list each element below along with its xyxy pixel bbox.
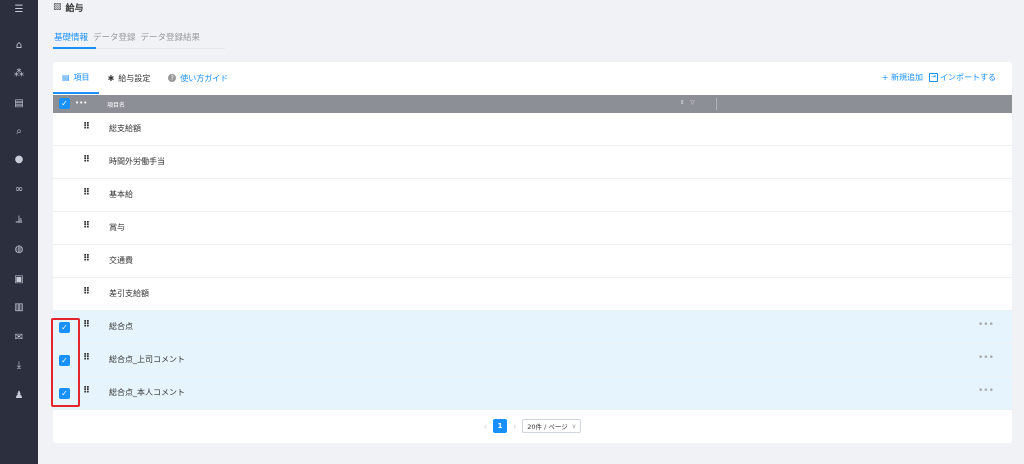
- contacts-icon[interactable]: ▣: [0, 272, 38, 288]
- download-icon[interactable]: ⤓: [0, 358, 38, 374]
- row-item-name: 総合点: [109, 322, 133, 331]
- row-item-name: 賞与: [109, 223, 125, 232]
- drag-handle-icon[interactable]: ⠿: [83, 155, 90, 165]
- subtab-salary-settings[interactable]: ✱ 給与設定: [99, 62, 160, 94]
- user-settings-icon[interactable]: ♟: [0, 388, 38, 404]
- table-row[interactable]: ⠿ 時間外労働手当: [53, 146, 1012, 179]
- drag-handle-icon[interactable]: ⠿: [83, 386, 90, 396]
- sidebar: ☰ ⌂ ⁂ ▤ ⌕ ● ∞ ⫡ ◍ ▣ ▥ ✉ ⤓ ♟: [0, 0, 38, 464]
- page-title: ▧ 給与: [53, 1, 84, 14]
- import-icon: ⇥: [929, 72, 938, 82]
- wallet-icon: ▧: [53, 2, 62, 12]
- page-number-current[interactable]: 1: [493, 419, 508, 433]
- row-item-name: 差引支給額: [109, 289, 149, 298]
- table-row[interactable]: ✓ ⠿ 総合点 •••: [53, 311, 1012, 344]
- table-row[interactable]: ⠿ 差引支給額: [53, 278, 1012, 311]
- search-icon[interactable]: ⌕: [0, 124, 38, 140]
- check-icon: ✓: [61, 98, 68, 108]
- menu-icon[interactable]: ☰: [0, 2, 38, 18]
- items-card: ▤ 項目 ✱ 給与設定 ? 使い方ガイド + 新規追加 ⇥ インポートする ✓ …: [53, 62, 1012, 443]
- drag-handle-icon[interactable]: ⠿: [83, 188, 90, 198]
- main-tabs: 基礎情報 データ登録 データ登録結果: [53, 32, 201, 48]
- table-row[interactable]: ⠿ 総支給額: [53, 113, 1012, 146]
- analytics-icon[interactable]: ⫡: [0, 212, 38, 228]
- row-item-name: 交通費: [109, 256, 133, 265]
- sort-filter-icon[interactable]: ⇕ ▽: [680, 100, 697, 106]
- subtab-items-label: 項目: [73, 72, 90, 82]
- add-new-button[interactable]: + 新規追加: [882, 72, 923, 83]
- chevron-down-icon: ∨: [571, 422, 577, 430]
- row-item-name: 基本給: [109, 190, 133, 199]
- page-title-text: 給与: [65, 3, 84, 14]
- drag-handle-icon[interactable]: ⠿: [83, 320, 90, 330]
- drag-handle-icon[interactable]: ⠿: [83, 353, 90, 363]
- drag-handle-icon[interactable]: ⠿: [83, 254, 90, 264]
- drag-handle-icon[interactable]: ⠿: [83, 122, 90, 132]
- top-actions: + 新規追加 ⇥ インポートする: [882, 62, 996, 92]
- table-header: ✓ ••• 項目名 ⇕ ▽: [53, 95, 1012, 113]
- row-item-name: 総合点_本人コメント: [109, 388, 185, 397]
- link-icon[interactable]: ∞: [0, 182, 38, 198]
- row-item-name: 総合点_上司コメント: [109, 355, 185, 364]
- mail-icon[interactable]: ✉: [0, 330, 38, 346]
- tab-registration-results[interactable]: データ登録結果: [140, 32, 202, 48]
- page-size-value: 20件 / ページ: [527, 423, 568, 431]
- more-icon[interactable]: •••: [978, 353, 994, 363]
- active-tab-indicator: [53, 47, 96, 49]
- selection-highlight: [51, 318, 80, 407]
- sub-tabs: ▤ 項目 ✱ 給与設定 ? 使い方ガイド: [53, 62, 237, 94]
- row-item-name: 時間外労働手当: [109, 157, 165, 166]
- book-icon[interactable]: ▥: [0, 300, 38, 316]
- prev-page-icon[interactable]: ‹: [484, 422, 487, 431]
- drag-handle-icon[interactable]: ⠿: [83, 287, 90, 297]
- drag-handle-icon[interactable]: ⠿: [83, 221, 90, 231]
- pagination: ‹ 1 › 20件 / ページ ∨: [53, 418, 1012, 434]
- document-icon[interactable]: ▤: [0, 96, 38, 112]
- gear-icon: ✱: [107, 73, 115, 83]
- tab-data-registration[interactable]: データ登録: [92, 32, 137, 48]
- list-icon: ▤: [62, 72, 70, 82]
- import-button[interactable]: ⇥ インポートする: [929, 72, 996, 83]
- next-page-icon[interactable]: ›: [513, 422, 516, 431]
- subtab-usage-guide[interactable]: ? 使い方ガイド: [159, 62, 237, 94]
- header-more-icon[interactable]: •••: [75, 99, 87, 107]
- subtab-salary-settings-label: 給与設定: [118, 73, 151, 83]
- select-all-checkbox[interactable]: ✓: [59, 98, 70, 109]
- more-icon[interactable]: •••: [978, 386, 994, 396]
- home-icon[interactable]: ⌂: [0, 38, 38, 54]
- table-row[interactable]: ⠿ 基本給: [53, 179, 1012, 212]
- org-chart-icon[interactable]: ⁂: [0, 66, 38, 82]
- table-row[interactable]: ⠿ 賞与: [53, 212, 1012, 245]
- subtab-items[interactable]: ▤ 項目: [53, 62, 99, 94]
- table-body: ⠿ 総支給額 ⠿ 時間外労働手当 ⠿ 基本給 ⠿ 賞与 ⠿ 交通費 ⠿ 差引支給額 ✓ ⠿ 総合点 ••• ✓ ⠿…: [53, 113, 1012, 410]
- import-button-label: インポートする: [940, 72, 996, 82]
- page-size-select[interactable]: 20件 / ページ ∨: [522, 419, 582, 433]
- table-row[interactable]: ⠿ 交通費: [53, 245, 1012, 278]
- column-header-item-name: 項目名: [107, 102, 126, 109]
- more-icon[interactable]: •••: [978, 320, 994, 330]
- row-item-name: 総支給額: [109, 124, 141, 133]
- tab-basic-info[interactable]: 基礎情報: [53, 32, 89, 48]
- globe-icon[interactable]: ◍: [0, 242, 38, 258]
- table-row[interactable]: ✓ ⠿ 総合点_上司コメント •••: [53, 344, 1012, 377]
- table-row[interactable]: ✓ ⠿ 総合点_本人コメント •••: [53, 377, 1012, 410]
- chat-icon[interactable]: ●: [0, 152, 38, 168]
- subtab-usage-guide-label: 使い方ガイド: [180, 73, 229, 83]
- column-resize-handle[interactable]: [716, 98, 717, 110]
- help-icon: ?: [168, 74, 177, 82]
